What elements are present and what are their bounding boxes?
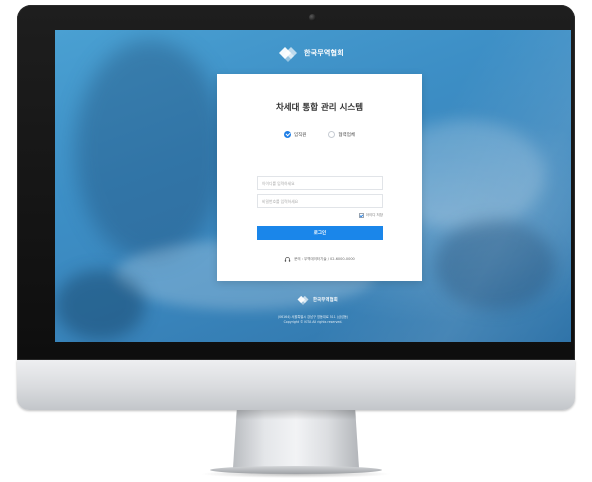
headset-icon bbox=[285, 257, 291, 262]
monitor-mockup: 한국무역협회 차세대 통합 관리 시스템 임직원 협력업체 아이디를 입력하세요… bbox=[0, 0, 592, 482]
footer-brand: 한국무역협회 bbox=[296, 294, 338, 305]
stand-shadow bbox=[235, 410, 357, 420]
header-brand: 한국무역협회 bbox=[277, 44, 344, 62]
user-type-radio-group: 임직원 협력업체 bbox=[217, 131, 422, 138]
save-id-label: 아이디 저장 bbox=[365, 213, 383, 217]
save-id-checkbox[interactable] bbox=[358, 213, 364, 218]
support-text: 문의 : 무역데이터기술 / 02-6000-0000 bbox=[294, 257, 355, 261]
id-input[interactable] bbox=[257, 176, 383, 190]
monitor-base bbox=[210, 466, 382, 474]
brand-name: 한국무역협회 bbox=[313, 297, 338, 303]
page-title: 차세대 통합 관리 시스템 bbox=[275, 103, 364, 113]
save-id-option[interactable]: 아이디 저장 bbox=[358, 213, 383, 218]
radio-employee[interactable]: 임직원 bbox=[284, 131, 306, 138]
brand-name: 한국무역협회 bbox=[304, 49, 344, 57]
screen: 한국무역협회 차세대 통합 관리 시스템 임직원 협력업체 아이디를 입력하세요… bbox=[55, 30, 571, 342]
camera-icon bbox=[309, 14, 316, 21]
radio-label: 협력업체 bbox=[338, 132, 355, 138]
footer-address: (06164) 서울특별시 강남구 영동대로 511 (삼성동) bbox=[277, 315, 349, 319]
radio-unchecked-icon[interactable] bbox=[328, 131, 336, 138]
radio-partner[interactable]: 협력업체 bbox=[328, 131, 355, 138]
kita-logo-icon bbox=[297, 295, 309, 305]
login-button[interactable]: 로그인 bbox=[257, 226, 383, 240]
background-blur bbox=[55, 270, 145, 340]
background-blur bbox=[75, 40, 225, 260]
support-contact: 문의 : 무역데이터기술 / 02-6000-0000 bbox=[217, 256, 422, 263]
login-card: 차세대 통합 관리 시스템 임직원 협력업체 아이디 저장 bbox=[217, 74, 422, 281]
kita-logo-icon bbox=[279, 47, 297, 62]
monitor-bezel: 한국무역협회 차세대 통합 관리 시스템 임직원 협력업체 아이디를 입력하세요… bbox=[17, 5, 575, 360]
monitor-chin bbox=[17, 360, 575, 410]
radio-checked-icon[interactable] bbox=[284, 131, 291, 138]
radio-label: 임직원 bbox=[294, 132, 307, 138]
password-input[interactable] bbox=[257, 194, 383, 208]
footer-copyright: Copyright © KITA All rights reserved. bbox=[283, 320, 343, 324]
